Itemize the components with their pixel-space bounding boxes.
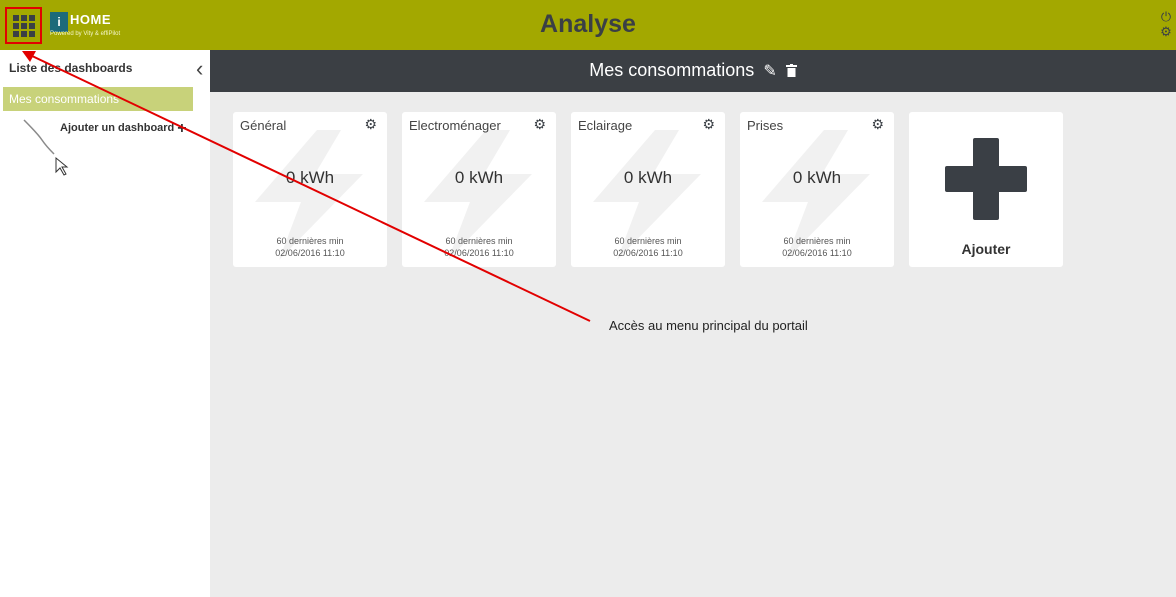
widget-tile[interactable]: Prises ⚙ 0 kWh 60 dernières min 02/06/20… [740, 112, 894, 267]
pencil-icon[interactable]: ✎ [763, 63, 776, 80]
widget-period: 60 dernières min [614, 236, 682, 246]
main-menu-button[interactable] [5, 7, 42, 44]
widget-date: 02/06/2016 11:10 [782, 248, 852, 258]
widget-period: 60 dernières min [445, 236, 513, 246]
top-right-icons: ⏻ ⚙ [1159, 9, 1173, 39]
dashboard-title-bar: Mes consommations ✎ [210, 60, 1176, 81]
widget-value: 0 kWh [623, 168, 673, 187]
add-dashboard-label: Ajouter un dashboard [60, 122, 175, 134]
add-widget-tile[interactable]: Ajouter [909, 112, 1063, 267]
plus-icon: + [177, 120, 187, 137]
grid-icon [12, 14, 35, 37]
page-title: Analyse [540, 10, 636, 38]
collapse-sidebar-icon[interactable]: ‹ [196, 56, 203, 82]
widget-period: 60 dernières min [783, 236, 851, 246]
add-widget-label: Ajouter [961, 241, 1011, 257]
sidebar-item-mes-consommations[interactable]: Mes consommations [3, 87, 193, 111]
sidebar: Liste des dashboards ‹ Mes consommations… [0, 50, 210, 597]
sidebar-header: Liste des dashboards ‹ [0, 50, 210, 86]
widget-title: Général [240, 118, 287, 133]
widget-title: Eclairage [578, 118, 633, 133]
widget-title: Prises [747, 118, 784, 133]
logo-title: HOME [70, 12, 111, 27]
widget-tile[interactable]: Général ⚙ 0 kWh 60 dernières min 02/06/2… [233, 112, 387, 267]
widget-value: 0 kWh [792, 168, 842, 187]
sidebar-title: Liste des dashboards [9, 61, 133, 75]
gear-icon[interactable]: ⚙ [702, 116, 715, 133]
gear-icon[interactable]: ⚙ [1159, 24, 1173, 39]
gear-icon[interactable]: ⚙ [533, 116, 546, 133]
gear-icon[interactable]: ⚙ [364, 116, 377, 133]
logo-mark: i [50, 12, 68, 32]
top-bar: i HOME Powered by Vity & effiPilot Analy… [0, 0, 1176, 50]
power-icon[interactable]: ⏻ [1159, 9, 1173, 24]
widget-date: 02/06/2016 11:10 [444, 248, 514, 258]
widget-tile[interactable]: Eclairage ⚙ 0 kWh 60 dernières min 02/06… [571, 112, 725, 267]
widget-value: 0 kWh [285, 168, 335, 187]
trash-icon[interactable] [785, 63, 797, 80]
widget-tile[interactable]: Electroménager ⚙ 0 kWh 60 dernières min … [402, 112, 556, 267]
widget-title: Electroménager [409, 118, 501, 133]
dashboard-title: Mes consommations [589, 60, 755, 80]
plus-icon [945, 138, 1027, 220]
add-dashboard-button[interactable]: Ajouter un dashboard + [60, 120, 187, 138]
gear-icon[interactable]: ⚙ [871, 116, 884, 133]
widget-date: 02/06/2016 11:10 [275, 248, 345, 258]
dashboard-header: Mes consommations ✎ [210, 50, 1176, 92]
widget-period: 60 dernières min [276, 236, 344, 246]
widget-date: 02/06/2016 11:10 [613, 248, 683, 258]
logo-subtitle: Powered by Vity & effiPilot [50, 31, 121, 37]
annotation-label: Accès au menu principal du portail [609, 318, 808, 333]
widget-value: 0 kWh [454, 168, 504, 187]
